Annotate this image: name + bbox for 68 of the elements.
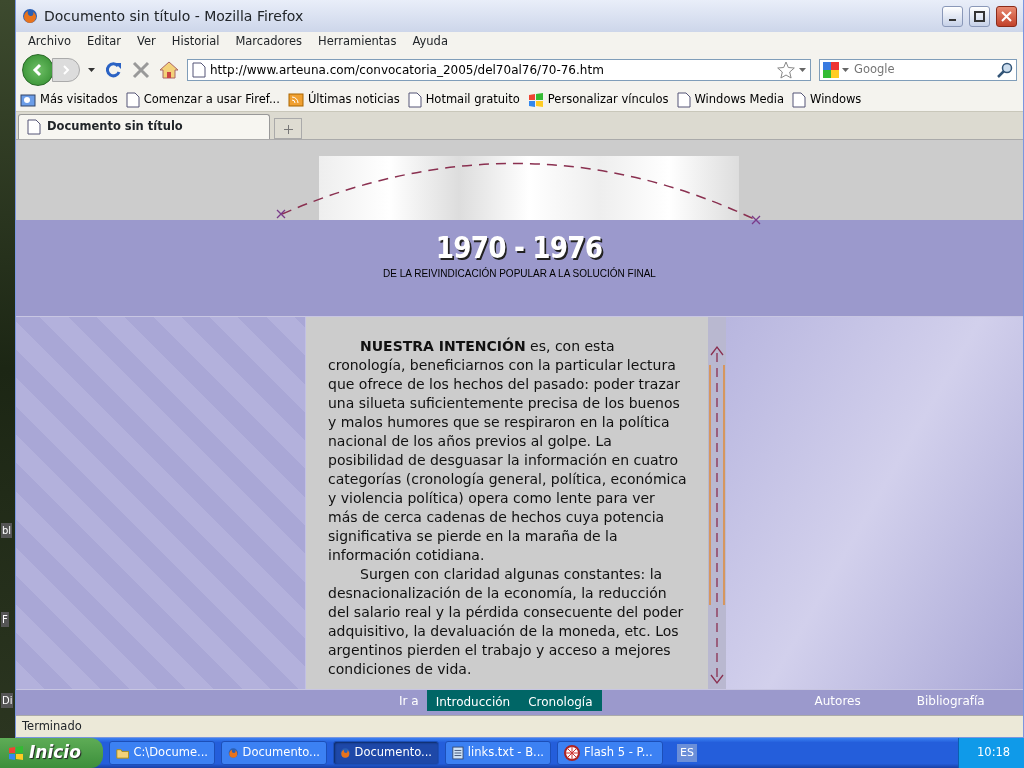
menu-item[interactable]: Ayuda [404, 33, 456, 51]
taskbar-button[interactable]: Documento... [333, 741, 439, 765]
search-engine-icon[interactable] [823, 62, 839, 78]
new-tab-button[interactable] [274, 118, 302, 139]
dropdown-caret-icon[interactable] [799, 68, 806, 72]
desktop-icon-label[interactable]: F [1, 612, 9, 627]
nav-link[interactable]: Cronología [519, 690, 602, 711]
taskbar-button[interactable]: Flash 5 - P... [557, 741, 663, 765]
folder-icon [116, 746, 130, 760]
menu-item[interactable]: Archivo [20, 33, 79, 51]
page-title: 1970 - 1976 [436, 230, 603, 265]
menu-item[interactable]: Herramientas [310, 33, 405, 51]
notepad-icon [452, 745, 464, 761]
search-icon[interactable] [997, 62, 1013, 78]
search-box[interactable]: Google [819, 59, 1017, 81]
taskbar-button[interactable]: Documento... [221, 741, 327, 765]
page-icon [125, 91, 140, 108]
page-subtitle: DE LA REIVINDICACIÓN POPULAR A LA SOLUCIÓN FINAL [383, 266, 656, 282]
menu-item[interactable]: Marcadores [227, 33, 311, 51]
star-icon[interactable] [777, 61, 795, 79]
desktop-icon-label[interactable]: bl [1, 523, 13, 538]
window-title: Documento sin título - Mozilla Firefox [44, 6, 305, 26]
home-icon[interactable] [159, 61, 179, 79]
browser-tab[interactable]: Documento sin título [18, 114, 270, 139]
bookmark-link[interactable]: Últimas noticias [287, 90, 400, 109]
page-icon [27, 119, 41, 135]
stop-icon[interactable] [131, 60, 151, 80]
menu-item[interactable]: Ver [129, 33, 164, 51]
page-icon [676, 91, 691, 108]
firefox-icon [228, 745, 239, 761]
dropdown-caret-icon[interactable] [842, 68, 849, 72]
body-paragraph: NUESTRA INTENCIÓN es, con esta cronología, beneficiarnos con la particular lectura que ofrece de los hechos del pasado: poder trazar una silueta suficientemente precisa de los buenos y malos humores que se respiraron en la política nacional de los años previos al golpe. La posibilidad de desguasar la información en cuatro categorías (cronología general, política, económica y violencia política) opera como lente para ver más de cerca cadenas de hechos cuya potencia significativa se pierde en la maraña de la información cotidiana. [328, 337, 688, 565]
menu-item[interactable]: Historial [163, 33, 228, 51]
bookmark-link[interactable]: Comenzar a usar Firef... [125, 90, 280, 109]
bookmark-link[interactable]: Hotmail gratuito [407, 90, 520, 109]
bookmark-link[interactable]: Windows [792, 90, 862, 109]
bookmark-link[interactable]: Personalizar vínculos [527, 90, 669, 109]
feed-icon [287, 92, 304, 107]
plus-icon [283, 124, 293, 134]
flash-player-icon [564, 745, 580, 761]
status-text: Terminado [22, 717, 82, 735]
firefox-icon [22, 8, 38, 24]
smart-folder-icon [20, 92, 36, 107]
bookmark-link[interactable]: Más visitados [20, 90, 118, 109]
dropdown-caret-icon[interactable] [88, 68, 95, 72]
page-icon [192, 62, 206, 78]
address-field[interactable]: http://www.arteuna.com/convocatoria_2005/del70al76/70-76.htm [187, 59, 811, 81]
reload-icon[interactable] [103, 60, 123, 80]
page-icon [792, 91, 807, 108]
body-paragraph: Surgen con claridad algunas constantes: la desnacionalización de la economía, la reducción del salario real y la pérdida consecuente del poder adquisitivo, la devaluación de la moneda, etc. Los argentinos pierden el trabajo y acceso a mejores condiciones de vida. [328, 565, 685, 679]
windows-logo-icon [8, 746, 24, 760]
taskbar-button[interactable]: links.txt - B... [445, 741, 551, 765]
back-button[interactable] [22, 54, 54, 86]
menu-item[interactable]: Editar [79, 33, 130, 51]
scroll-arrows-drawing[interactable] [709, 345, 725, 685]
page-icon [407, 91, 422, 108]
clock-text: 10:18 [977, 744, 1011, 762]
nav-label: Ir a [399, 692, 420, 710]
nav-link[interactable]: Introducción [426, 690, 520, 711]
minimize-icon [949, 19, 956, 21]
taskbar-button[interactable]: C:\Docume... [109, 741, 215, 765]
maximize-button[interactable] [969, 5, 990, 27]
bookmark-link[interactable]: Windows Media [676, 90, 785, 109]
minimize-button[interactable] [942, 5, 963, 27]
windows-logo-icon [527, 92, 544, 107]
firefox-icon [340, 745, 351, 761]
close-button[interactable] [996, 5, 1017, 27]
desktop-icon-label[interactable]: Di [1, 693, 14, 708]
